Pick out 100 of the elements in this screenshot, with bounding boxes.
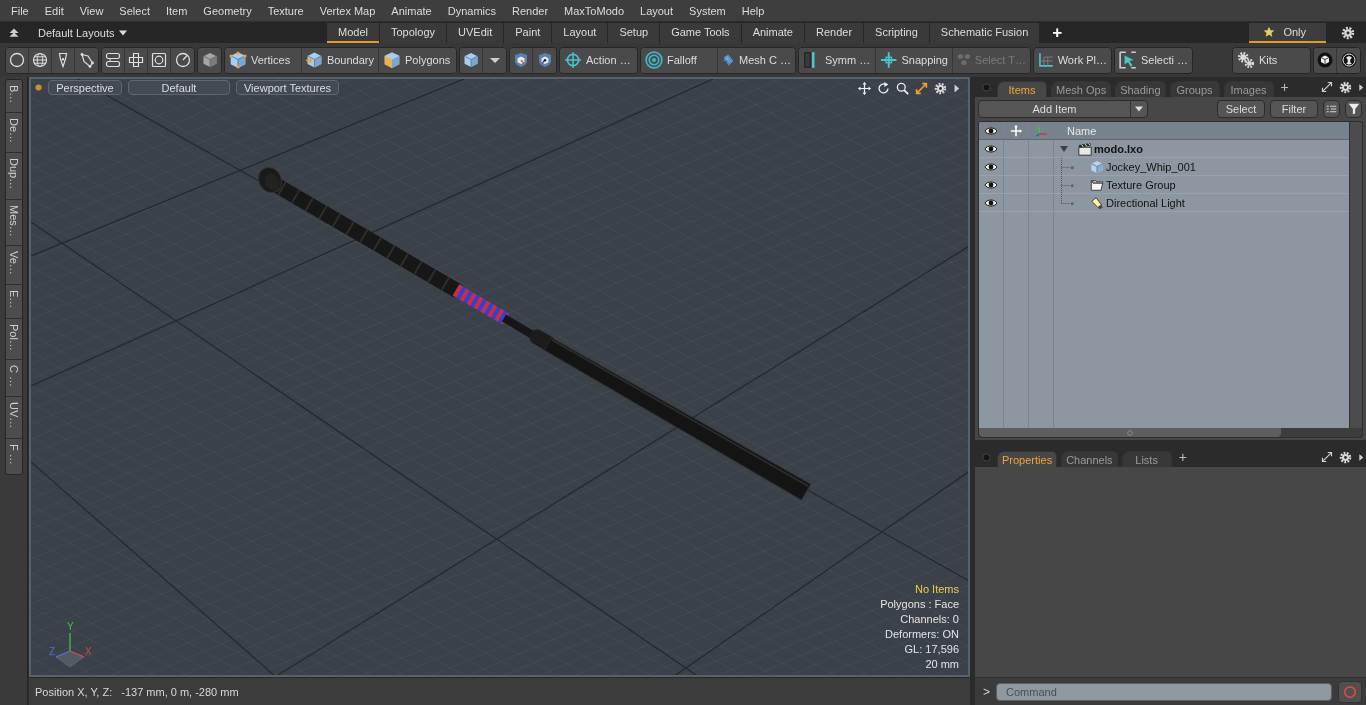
caret-right-icon[interactable] [1358,82,1364,92]
gear-icon[interactable] [1341,25,1355,40]
tree-item-label[interactable]: Jockey_Whip_001 [1106,160,1196,173]
filter-button[interactable] [1345,99,1362,118]
layouts-dropdown[interactable]: Default Layouts [38,26,128,39]
panel-tab[interactable]: Properties [997,451,1058,467]
side-tab[interactable]: C … [5,360,22,398]
tool-button[interactable]: Symm … [799,47,876,73]
tool-button[interactable] [102,47,125,73]
tool-button[interactable]: Vertices [225,47,302,73]
menu-item[interactable]: MaxToModo [556,0,632,21]
expand-arrow-icon[interactable] [1060,144,1068,153]
layout-tab[interactable]: Scripting [864,23,929,43]
view-option-button[interactable]: Default [128,80,230,95]
panel-tab[interactable]: Channels [1061,451,1118,467]
layout-tab[interactable]: Model [327,23,379,43]
tool-button[interactable] [460,47,483,73]
menu-item[interactable]: Geometry [195,0,260,21]
add-tab-button[interactable]: + [1178,450,1187,464]
panel-button[interactable]: Select [1217,99,1265,118]
list-options-button[interactable] [1323,99,1340,118]
panel-tab[interactable]: Images [1223,81,1274,97]
side-tab[interactable]: E… [5,285,22,319]
layout-tab[interactable]: Render [805,23,864,43]
magnifier-icon[interactable] [896,82,909,95]
tool-button[interactable]: Action … [560,47,637,73]
panel-tab[interactable]: Items [997,81,1047,97]
panel-tab[interactable]: Shading [1115,81,1166,97]
menu-item[interactable]: Select [111,0,158,21]
command-field[interactable]: Command [996,682,1332,701]
expand-arrows-icon[interactable] [915,82,928,95]
menu-item[interactable]: Edit [36,0,72,21]
expand-icon[interactable] [1321,81,1333,93]
only-toggle[interactable]: Only [1249,23,1326,43]
menu-item[interactable]: System [681,0,734,21]
side-tab[interactable]: Pol… [5,318,22,361]
layout-tab[interactable]: Game Tools [660,23,741,43]
side-tab[interactable]: UV… [5,397,22,439]
tool-button[interactable] [148,47,171,73]
add-tab-button[interactable]: + [1052,22,1063,43]
rotate-icon[interactable] [877,82,890,95]
menu-item[interactable]: View [71,0,112,21]
layout-tab[interactable]: Paint [504,23,552,43]
move-arrows-icon[interactable] [858,82,871,95]
tool-button[interactable]: Work Pl… [1034,47,1111,73]
menu-item[interactable]: Dynamics [439,0,504,21]
command-button[interactable] [1338,680,1362,703]
layout-tab[interactable]: Schematic Fusion [929,23,1040,43]
side-tab[interactable]: Mes… [5,199,22,247]
tree-item-label[interactable]: Texture Group [1106,178,1176,191]
add-item-dropdown[interactable]: Add Item [978,99,1148,118]
tool-button[interactable]: Selecti … [1115,47,1192,73]
caret-right-icon[interactable] [953,83,960,94]
side-tab[interactable]: De… [5,113,22,154]
view-option-button[interactable]: Perspective [48,80,122,95]
panel-tab[interactable]: Mesh Ops [1051,81,1112,97]
side-tab[interactable]: B… [5,80,22,114]
tool-button[interactable]: Kits [1233,47,1310,73]
tool-button[interactable] [1314,47,1337,73]
menu-item[interactable]: File [3,0,37,21]
menu-item[interactable]: Vertex Map [311,0,384,21]
panel-dot-icon[interactable] [982,452,991,462]
menu-item[interactable]: Item [157,0,196,21]
layout-tab[interactable]: UVEdit [447,23,504,43]
gear-icon[interactable] [1339,450,1352,464]
gear-icon[interactable] [1339,80,1352,94]
cross-arrows-icon[interactable] [1010,124,1022,137]
tool-button[interactable]: Falloff [641,47,718,73]
side-tab[interactable]: Ve… [5,246,22,286]
menu-item[interactable]: Render [504,0,557,21]
caret-right-icon[interactable] [1358,452,1364,462]
eject-icon[interactable] [8,26,20,39]
tool-button[interactable] [510,47,533,73]
tree-item-label[interactable]: modo.lxo [1094,142,1143,155]
eye-icon[interactable] [984,143,998,154]
layout-tab[interactable]: Topology [379,23,446,43]
tool-button[interactable] [198,47,221,73]
view-option-button[interactable]: Viewport Textures [236,80,339,95]
menu-item[interactable]: Layout [632,0,682,21]
expand-icon[interactable] [1321,451,1333,463]
tree-item-label[interactable]: Directional Light [1106,196,1185,209]
panel-button[interactable]: Filter [1270,99,1318,118]
gear-icon[interactable] [934,82,947,95]
menu-item[interactable]: Animate [383,0,440,21]
menu-item[interactable]: Help [733,0,773,21]
eye-icon[interactable] [984,161,998,172]
eye-icon[interactable] [984,197,998,208]
layout-tab[interactable]: Layout [552,23,608,43]
layout-tab[interactable]: Animate [741,23,804,43]
add-tab-button[interactable]: + [1280,80,1289,94]
menu-item[interactable]: Texture [259,0,312,21]
tool-button[interactable] [125,47,148,73]
panel-tab[interactable]: Groups [1169,81,1220,97]
side-tab[interactable]: Dup… [5,153,22,200]
tool-button[interactable] [6,47,29,73]
eye-icon[interactable] [984,179,998,190]
scrollbar-track[interactable] [1349,122,1362,428]
eye-icon[interactable] [984,125,998,136]
side-tab[interactable]: F … [5,438,22,474]
layout-tab[interactable]: Setup [608,23,660,43]
